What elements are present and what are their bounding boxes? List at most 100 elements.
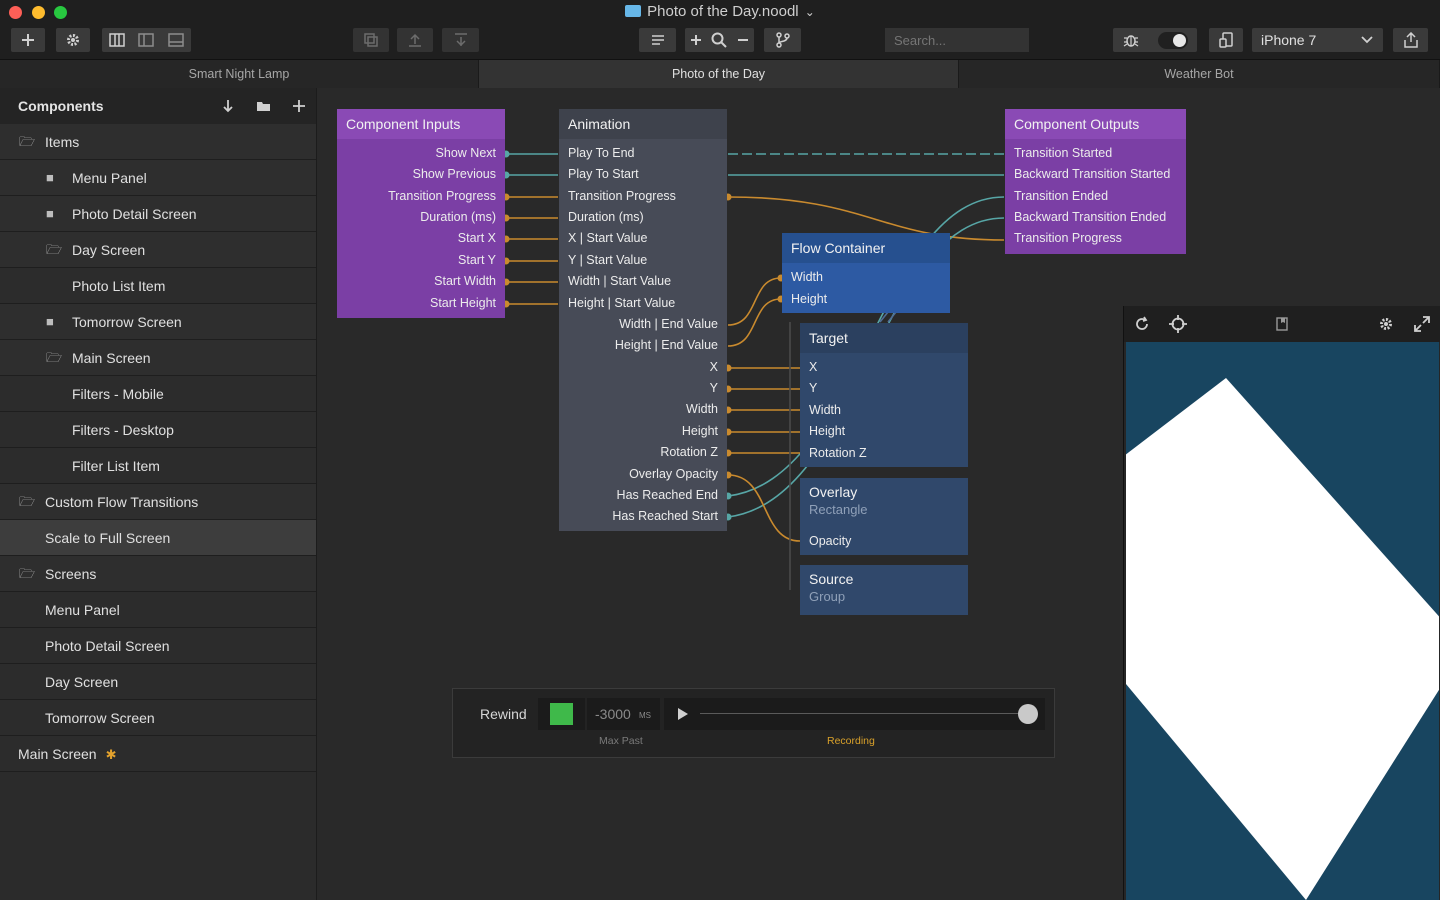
align-bottom-button[interactable] [442,28,479,52]
overlay-node[interactable]: Overlay Rectangle Opacity [800,478,968,555]
port-width[interactable]: Width [791,270,823,284]
folder-custom-flow-transitions[interactable]: 🗁 Custom Flow Transitions [0,484,316,520]
port-backward-transition-ended[interactable]: Backward Transition Ended [1014,210,1166,224]
folder-tomorrow-screen[interactable]: ■ Tomorrow Screen [0,304,316,340]
add-button[interactable] [11,28,45,52]
list-button[interactable] [639,28,676,52]
port-transition-started[interactable]: Transition Started [1014,146,1112,160]
bookmark-icon[interactable] [1276,317,1288,331]
port-rotation-z[interactable]: Rotation Z [809,446,867,460]
component-menu-panel[interactable]: Menu Panel [0,592,316,628]
align-top-button[interactable] [397,28,433,52]
port-play-to-end[interactable]: Play To End [568,146,634,160]
play-icon[interactable] [677,707,689,721]
port-height[interactable]: Height [682,424,718,438]
port-show-next[interactable]: Show Next [436,146,496,160]
port-y[interactable]: Y [809,381,817,395]
port-width-end-value[interactable]: Width | End Value [619,317,718,331]
component-tomorrow-screen[interactable]: Tomorrow Screen [0,700,316,736]
tab-weather-bot[interactable]: Weather Bot [959,60,1440,88]
gear-icon[interactable] [1378,316,1394,332]
new-folder-icon[interactable] [256,100,271,112]
port-transition-progress[interactable]: Transition Progress [1014,231,1122,245]
port-width[interactable]: Width [686,402,718,416]
duplicate-button[interactable] [353,28,389,52]
component-day-screen[interactable]: Day Screen [0,664,316,700]
port-height-start-value[interactable]: Height | Start Value [568,296,675,310]
preview-viewport[interactable] [1126,342,1439,900]
flow-container-node[interactable]: Flow Container Width Height [782,233,950,313]
port-y-start-value[interactable]: Y | Start Value [568,253,647,267]
port-x-start-value[interactable]: X | Start Value [568,231,647,245]
port-overlay-opacity[interactable]: Overlay Opacity [629,467,718,481]
port-opacity[interactable]: Opacity [809,534,851,548]
port-height[interactable]: Height [809,424,845,438]
port-start-y[interactable]: Start Y [458,253,496,267]
port-x[interactable]: X [809,360,817,374]
port-height-end-value[interactable]: Height | End Value [615,338,718,352]
component-filter-list-item[interactable]: Filter List Item [0,448,316,484]
component-filters-desktop[interactable]: Filters - Desktop [0,412,316,448]
source-node[interactable]: Source Group [800,565,968,615]
component-inputs-node[interactable]: Component Inputs Show Next Show Previous… [337,109,505,318]
port-transition-progress[interactable]: Transition Progress [568,189,676,203]
layout-bottom-icon[interactable] [168,33,184,47]
timeline-scrubber[interactable] [1018,704,1038,724]
search-input[interactable] [885,28,1029,52]
tab-smart-night-lamp[interactable]: Smart Night Lamp [0,60,479,88]
port-start-height[interactable]: Start Height [430,296,496,310]
port-play-to-start[interactable]: Play To Start [568,167,639,181]
animation-node[interactable]: Animation Play To End Play To Start Tran… [559,109,727,531]
bug-icon[interactable] [1123,32,1139,48]
port-transition-progress[interactable]: Transition Progress [388,189,496,203]
folder-items[interactable]: 🗁 Items [0,124,316,160]
folder-day-screen[interactable]: 🗁 Day Screen [0,232,316,268]
layout-columns-icon[interactable] [109,33,125,47]
port-duration[interactable]: Duration (ms) [420,210,496,224]
branch-button[interactable] [764,28,801,52]
layout-split-icon[interactable] [138,33,155,47]
port-start-x[interactable]: Start X [458,231,496,245]
max-past-field[interactable]: -3000 MS [587,698,660,730]
import-icon[interactable] [222,99,234,113]
device-select[interactable]: iPhone 7 [1252,28,1383,52]
device-rotate-button[interactable] [1209,28,1243,52]
port-has-reached-start[interactable]: Has Reached Start [612,509,718,523]
folder-menu-panel[interactable]: ■ Menu Panel [0,160,316,196]
component-photo-list-item[interactable]: Photo List Item [0,268,316,304]
expand-icon[interactable] [1414,316,1430,332]
record-button[interactable] [538,698,585,730]
component-scale-to-full-screen[interactable]: Scale to Full Screen [0,520,316,556]
port-duration[interactable]: Duration (ms) [568,210,644,224]
tab-photo-of-the-day[interactable]: Photo of the Day [479,60,959,88]
folder-main-screen[interactable]: 🗁 Main Screen [0,340,316,376]
target-node[interactable]: Target X Y Width Height Rotation Z [800,323,968,467]
port-height[interactable]: Height [791,292,827,306]
port-x[interactable]: X [710,360,718,374]
component-photo-detail-screen[interactable]: Photo Detail Screen [0,628,316,664]
share-button[interactable] [1393,28,1428,52]
zoom-in-icon[interactable] [690,34,702,46]
port-show-previous[interactable]: Show Previous [413,167,496,181]
component-filters-mobile[interactable]: Filters - Mobile [0,376,316,412]
window-title[interactable]: Photo of the Day.noodl ⌄ [0,3,1440,20]
port-transition-ended[interactable]: Transition Ended [1014,189,1108,203]
port-start-width[interactable]: Start Width [434,274,496,288]
port-backward-transition-started[interactable]: Backward Transition Started [1014,167,1170,181]
port-width[interactable]: Width [809,403,841,417]
port-rotation-z[interactable]: Rotation Z [660,445,718,459]
target-icon[interactable] [1169,315,1187,333]
folder-screens[interactable]: 🗁 Screens [0,556,316,592]
component-main-screen[interactable]: Main Screen ✱ [0,736,316,772]
port-has-reached-end[interactable]: Has Reached End [617,488,718,502]
search-icon[interactable] [711,32,728,48]
refresh-icon[interactable] [1134,316,1150,332]
folder-photo-detail-screen[interactable]: ■ Photo Detail Screen [0,196,316,232]
settings-button[interactable] [56,28,90,52]
port-width-start-value[interactable]: Width | Start Value [568,274,671,288]
debug-toggle[interactable] [1157,31,1188,49]
port-y[interactable]: Y [710,381,718,395]
add-component-icon[interactable] [292,99,306,113]
zoom-out-icon[interactable] [737,34,749,46]
component-outputs-node[interactable]: Component Outputs Transition Started Bac… [1005,109,1186,254]
